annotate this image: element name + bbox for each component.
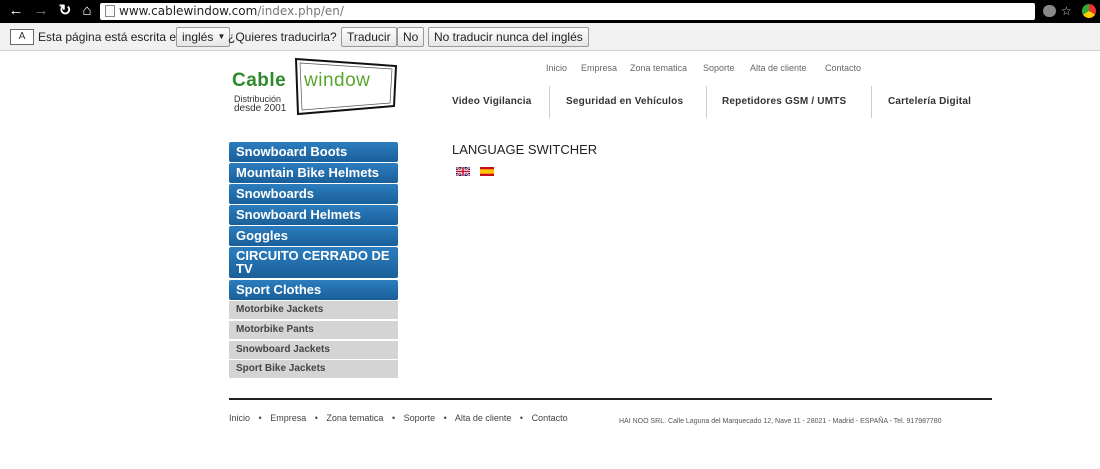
page-icon	[105, 5, 115, 17]
bookmark-star-icon[interactable]: ☆	[1061, 3, 1072, 19]
sidebar-item-mountain-bike-helmets[interactable]: Mountain Bike Helmets	[229, 163, 398, 183]
mainnav-repetidores[interactable]: Repetidores GSM / UMTS	[722, 96, 846, 116]
never-translate-button[interactable]: No traducir nunca del inglés	[428, 27, 589, 47]
language-select[interactable]: inglés ▼	[176, 27, 231, 47]
mainnav-divider	[706, 86, 707, 118]
footer-link-inicio[interactable]: Inicio	[229, 413, 250, 423]
reload-icon[interactable]: ↻	[57, 3, 73, 19]
chevron-down-icon: ▼	[217, 32, 226, 41]
footer-link-empresa[interactable]: Empresa	[270, 413, 306, 423]
uk-flag-icon[interactable]	[456, 167, 470, 176]
browser-toolbar: ← → ↻ ⌂ www.cablewindow.com/index.php/en…	[0, 0, 1100, 23]
logo-cable-text: Cable	[232, 70, 287, 91]
sidebar-item-snowboard-boots[interactable]: Snowboard Boots	[229, 142, 398, 162]
mainnav-video-vigilancia[interactable]: Video Vigilancia	[452, 96, 532, 116]
sidebar-item-snowboard-helmets[interactable]: Snowboard Helmets	[229, 205, 398, 225]
logo-window-text: window	[304, 70, 371, 91]
language-switcher-title: LANGUAGE SWITCHER	[452, 142, 598, 157]
footer-link-soporte[interactable]: Soporte	[404, 413, 436, 423]
footer-nav: Inicio • Empresa • Zona tematica • Sopor…	[229, 413, 568, 423]
spain-flag-icon[interactable]	[480, 167, 494, 176]
topnav-soporte[interactable]: Soporte	[703, 63, 735, 73]
topnav-inicio[interactable]: Inicio	[546, 63, 567, 73]
sidebar-item-sport-clothes[interactable]: Sport Clothes	[229, 280, 398, 300]
chrome-menu-icon[interactable]	[1082, 4, 1096, 18]
footer-link-alta-de-cliente[interactable]: Alta de cliente	[455, 413, 512, 423]
footer-address: HAI NOO SRL. Calle Laguna del Marquecado…	[619, 418, 942, 425]
sidebar-subitem-motorbike-jackets[interactable]: Motorbike Jackets	[229, 301, 398, 319]
footer-link-contacto[interactable]: Contacto	[532, 413, 568, 423]
sidebar-subitem-snowboard-jackets[interactable]: Snowboard Jackets	[229, 341, 398, 359]
mainnav-divider	[871, 86, 872, 118]
topnav-alta-de-cliente[interactable]: Alta de cliente	[750, 63, 807, 73]
sidebar-item-goggles[interactable]: Goggles	[229, 226, 398, 246]
footer-bullet: •	[258, 413, 262, 423]
home-icon[interactable]: ⌂	[79, 3, 95, 19]
translate-icon: A	[10, 29, 34, 45]
footer-bullet: •	[519, 413, 524, 423]
sidebar-item-circuito-cerrado[interactable]: CIRCUITO CERRADO DE TV	[229, 247, 398, 278]
address-bar[interactable]: www.cablewindow.com/index.php/en/	[100, 3, 1035, 20]
sidebar-item-snowboards[interactable]: Snowboards	[229, 184, 398, 204]
translate-page-icon[interactable]	[1043, 5, 1056, 17]
mainnav-seguridad-vehiculos[interactable]: Seguridad en Vehículos	[566, 96, 683, 116]
translate-message: Esta página está escrita en	[38, 30, 183, 44]
forward-arrow-icon[interactable]: →	[33, 3, 49, 19]
translate-button[interactable]: Traducir	[341, 27, 397, 47]
footer-link-zona-tematica[interactable]: Zona tematica	[326, 413, 383, 423]
topnav-zona-tematica[interactable]: Zona tematica	[630, 63, 687, 73]
topnav-contacto[interactable]: Contacto	[825, 63, 861, 73]
translate-question: ¿Quieres traducirla?	[228, 30, 337, 44]
sidebar-subitem-sport-bike-jackets[interactable]: Sport Bike Jackets	[229, 360, 398, 378]
mainnav-carteleria-digital[interactable]: Cartelería Digital	[888, 96, 971, 116]
topnav-empresa[interactable]: Empresa	[581, 63, 617, 73]
sidebar-subitem-motorbike-pants[interactable]: Motorbike Pants	[229, 321, 398, 339]
logo-tagline-2: desde 2001	[234, 103, 287, 114]
footer-bullet: •	[391, 413, 396, 423]
mainnav-divider	[549, 86, 550, 118]
site-logo[interactable]: Cable window Distribución desde 2001	[232, 56, 402, 120]
back-arrow-icon[interactable]: ←	[8, 3, 24, 19]
no-button[interactable]: No	[397, 27, 425, 47]
footer-divider	[229, 398, 992, 400]
translate-infobar: A Esta página está escrita en inglés ▼ ¿Q…	[0, 23, 1100, 51]
url-text: www.cablewindow.com/index.php/en/	[119, 4, 344, 18]
footer-bullet: •	[443, 413, 447, 423]
footer-bullet: •	[314, 413, 318, 423]
